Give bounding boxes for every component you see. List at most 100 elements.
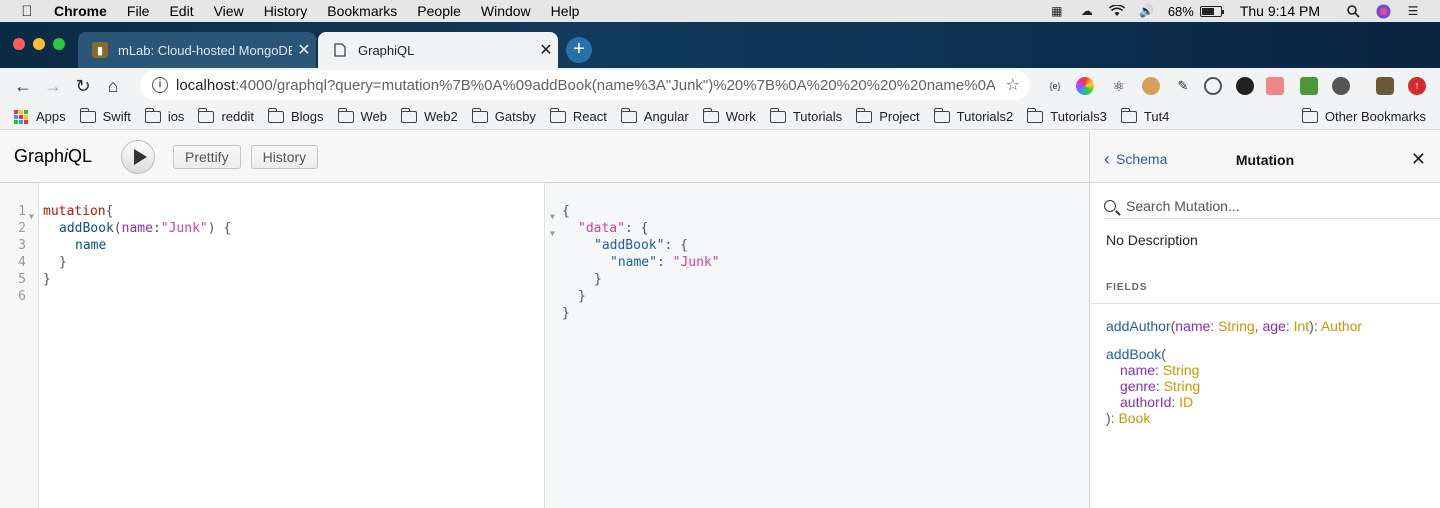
window-close-button[interactable] bbox=[13, 38, 25, 50]
menu-help[interactable]: Help bbox=[551, 3, 580, 19]
token-punct: } bbox=[578, 289, 586, 304]
notification-center-icon[interactable]: ☰ bbox=[1404, 4, 1422, 18]
bookmark-folder-web[interactable]: Web bbox=[337, 107, 387, 124]
spotlight-icon[interactable] bbox=[1344, 4, 1362, 18]
type-link[interactable]: String bbox=[1163, 362, 1200, 378]
profile-avatar[interactable] bbox=[1376, 77, 1394, 95]
address-bar[interactable]: i localhost:4000/graphql?query=mutation%… bbox=[140, 70, 1030, 100]
menu-view[interactable]: View bbox=[214, 3, 244, 19]
reload-button[interactable]: ↻ bbox=[68, 71, 98, 101]
type-link[interactable]: Author bbox=[1321, 318, 1362, 334]
bookmark-folder-tutorials3[interactable]: Tutorials3 bbox=[1027, 107, 1107, 124]
window-minimize-button[interactable] bbox=[33, 38, 45, 50]
folder-icon bbox=[401, 107, 417, 123]
doc-arg-row: name: String bbox=[1120, 362, 1199, 378]
menu-window[interactable]: Window bbox=[481, 3, 531, 19]
token-punct: ) bbox=[207, 221, 216, 236]
token-string: "Junk" bbox=[160, 221, 208, 236]
query-editor[interactable]: 1 2 3 4 5 6 ▼ mutation{ addBook(name:"Ju… bbox=[0, 183, 545, 508]
token-punct: : bbox=[1155, 362, 1163, 378]
folder-icon bbox=[1301, 107, 1318, 123]
extension-target-icon[interactable] bbox=[1204, 77, 1222, 95]
result-viewer[interactable]: ▼ ▼ { "data": { "addBook": { "name": "Ju… bbox=[546, 183, 1089, 508]
menu-bookmarks[interactable]: Bookmarks bbox=[327, 3, 397, 19]
menu-people[interactable]: People bbox=[417, 3, 461, 19]
bookmark-folder-swift[interactable]: Swift bbox=[79, 107, 131, 124]
menu-chrome[interactable]: Chrome bbox=[54, 3, 107, 19]
type-link[interactable]: String bbox=[1218, 318, 1255, 334]
home-button[interactable]: ⌂ bbox=[98, 71, 128, 101]
type-link[interactable]: Int bbox=[1294, 318, 1310, 334]
creative-cloud-icon[interactable]: ☁ bbox=[1078, 4, 1096, 18]
field-name-link[interactable]: addAuthor bbox=[1106, 318, 1171, 334]
tab-mlab[interactable]: ▮ mLab: Cloud-hosted MongoDB ✕ bbox=[78, 32, 316, 68]
extension-tag-icon[interactable] bbox=[1266, 77, 1284, 95]
doc-return-row: ): Book bbox=[1106, 410, 1150, 426]
bookmark-folder-other[interactable]: Other Bookmarks bbox=[1301, 107, 1426, 124]
tab-graphiql[interactable]: GraphiQL ✕ bbox=[318, 32, 558, 68]
docker-icon[interactable]: ▦ bbox=[1048, 4, 1066, 18]
token-string: "Junk" bbox=[672, 255, 720, 270]
site-info-icon[interactable]: i bbox=[152, 77, 168, 93]
type-link[interactable]: ID bbox=[1179, 394, 1193, 410]
token-punct: : bbox=[1285, 318, 1294, 334]
menu-history[interactable]: History bbox=[264, 3, 308, 19]
extension-json-icon[interactable]: {e} bbox=[1046, 77, 1064, 95]
bookmark-label: Tutorials2 bbox=[956, 109, 1014, 124]
bookmark-folder-ios[interactable]: ios bbox=[144, 107, 184, 124]
extension-node-icon[interactable] bbox=[1300, 77, 1318, 95]
bookmark-folder-angular[interactable]: Angular bbox=[620, 107, 689, 124]
extension-picker-icon[interactable]: ✎ bbox=[1174, 77, 1192, 95]
tab-close-icon[interactable]: ✕ bbox=[534, 40, 558, 60]
bookmark-folder-gatsby[interactable]: Gatsby bbox=[471, 107, 536, 124]
siri-icon[interactable] bbox=[1374, 4, 1392, 18]
logo-text-end: QL bbox=[68, 146, 93, 166]
close-icon[interactable]: ✕ bbox=[1411, 149, 1426, 170]
volume-icon[interactable]: 🔊 bbox=[1138, 4, 1156, 18]
bookmark-folder-web2[interactable]: Web2 bbox=[401, 107, 458, 124]
extension-colorpick-icon[interactable] bbox=[1076, 77, 1094, 95]
menu-file[interactable]: File bbox=[127, 3, 150, 19]
window-zoom-button[interactable] bbox=[53, 38, 65, 50]
fold-marker-icon[interactable]: ▼ bbox=[550, 225, 555, 242]
bookmark-star-icon[interactable]: ☆ bbox=[1006, 75, 1020, 95]
battery-icon[interactable] bbox=[1199, 5, 1224, 17]
wifi-icon[interactable] bbox=[1108, 4, 1126, 18]
extension-react-icon[interactable]: ⚛ bbox=[1110, 77, 1128, 95]
line-number: 5 bbox=[18, 272, 26, 287]
code-line: name bbox=[75, 237, 106, 254]
prettify-button[interactable]: Prettify bbox=[173, 144, 241, 169]
menu-clock[interactable]: Thu 9:14 PM bbox=[1240, 3, 1320, 19]
fold-marker-icon[interactable]: ▼ bbox=[29, 208, 34, 225]
new-tab-button[interactable]: + bbox=[566, 37, 592, 63]
fold-marker-icon[interactable]: ▼ bbox=[550, 208, 555, 225]
bookmark-folder-tutorials[interactable]: Tutorials bbox=[769, 107, 842, 124]
bookmark-folder-blogs[interactable]: Blogs bbox=[267, 107, 324, 124]
bookmark-label: Apps bbox=[36, 109, 66, 124]
field-name-link[interactable]: addBook bbox=[1106, 346, 1161, 362]
type-link[interactable]: String bbox=[1164, 378, 1201, 394]
type-link[interactable]: Book bbox=[1118, 410, 1150, 426]
back-button[interactable]: ← bbox=[8, 71, 38, 101]
bookmark-folder-work[interactable]: Work bbox=[702, 107, 756, 124]
extension-toggle-icon[interactable] bbox=[1236, 77, 1254, 95]
history-button[interactable]: History bbox=[250, 144, 319, 169]
doc-search-input[interactable] bbox=[1126, 197, 1426, 214]
logo-text-start: Graph bbox=[14, 146, 65, 166]
menu-edit[interactable]: Edit bbox=[169, 3, 193, 19]
extension-clock-icon[interactable] bbox=[1332, 77, 1350, 95]
bookmark-folder-project[interactable]: Project bbox=[856, 107, 920, 124]
apple-icon[interactable]:  bbox=[18, 3, 36, 20]
bookmark-folder-react[interactable]: React bbox=[549, 107, 607, 124]
update-icon[interactable]: ↑ bbox=[1408, 77, 1426, 95]
tab-close-icon[interactable]: ✕ bbox=[292, 40, 316, 60]
bookmark-apps[interactable]: Apps bbox=[14, 109, 66, 124]
forward-button[interactable]: → bbox=[38, 71, 68, 101]
bookmark-folder-tut4[interactable]: Tut4 bbox=[1120, 107, 1169, 124]
bookmark-folder-tutorials2[interactable]: Tutorials2 bbox=[933, 107, 1014, 124]
execute-query-button[interactable] bbox=[121, 139, 155, 174]
extension-cookie-icon[interactable] bbox=[1142, 77, 1160, 95]
folder-icon bbox=[1027, 107, 1044, 123]
line-number: 4 bbox=[18, 255, 26, 270]
bookmark-folder-reddit[interactable]: reddit bbox=[198, 107, 254, 124]
